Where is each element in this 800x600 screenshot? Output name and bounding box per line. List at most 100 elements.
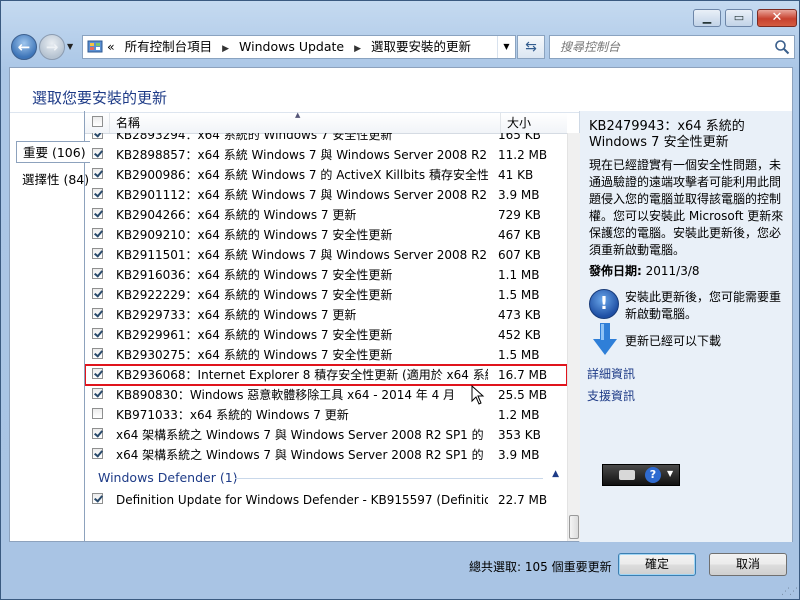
table-row[interactable]: KB971033：x64 系統的 Windows 7 更新 1.2 MB (85, 405, 567, 425)
update-checkbox[interactable] (92, 493, 103, 504)
category-optional[interactable]: 選擇性 (84) (16, 169, 95, 191)
list-scrollbar[interactable] (567, 133, 580, 541)
breadcrumb-all-control-panel[interactable]: 所有控制台項目 (125, 39, 213, 54)
chevron-right-icon[interactable]: ▶ (354, 44, 361, 54)
table-row[interactable]: KB2911501：x64 系統 Windows 7 與 Windows Ser… (85, 245, 567, 265)
more-info-link[interactable]: 詳細資訊 (587, 365, 635, 382)
update-checkbox[interactable] (92, 368, 103, 379)
update-checkbox[interactable] (92, 408, 103, 419)
breadcrumb: « 所有控制台項目 ▶ Windows Update ▶ 選取要安裝的更新 (107, 36, 477, 58)
address-bar[interactable]: « 所有控制台項目 ▶ Windows Update ▶ 選取要安裝的更新 ▼ (82, 35, 516, 59)
recent-pages-dropdown[interactable]: ▼ (67, 42, 73, 51)
table-row[interactable]: KB2930275：x64 系統的 Windows 7 安全性更新 1.5 MB (85, 345, 567, 365)
update-name: KB2893294：x64 系統的 Windows 7 安全性更新 (116, 133, 393, 142)
title-bar: ▁ ▭ ✕ (1, 1, 799, 29)
table-row[interactable]: KB2929733：x64 系統的 Windows 7 更新 473 KB (85, 305, 567, 325)
update-size: 473 KB (498, 308, 541, 322)
update-size: 1.2 MB (498, 408, 540, 422)
details-description: 現在已經證實有一個安全性問題，未通過驗證的遠端攻擊者可能利用此問題侵入您的電腦並… (589, 158, 784, 257)
search-box[interactable]: 搜尋控制台 (549, 35, 795, 59)
minimize-icon: ▁ (702, 11, 712, 24)
cancel-button[interactable]: 取消 (709, 553, 787, 576)
table-row[interactable]: KB2936068：Internet Explorer 8 積存安全性更新 (適… (85, 364, 567, 386)
address-dropdown[interactable]: ▼ (497, 36, 515, 58)
update-name: KB2900986：x64 系統 Windows 7 的 ActiveX Kil… (116, 168, 488, 182)
breadcrumb-windows-update[interactable]: Windows Update (239, 39, 344, 54)
table-row[interactable]: KB2898857：x64 系統 Windows 7 與 Windows Ser… (85, 145, 567, 165)
close-button[interactable]: ✕ (757, 9, 797, 27)
column-header-size[interactable]: 大小 (500, 113, 531, 133)
table-row[interactable]: Definition Update for Windows Defender -… (85, 490, 567, 510)
info-icon: ! (589, 289, 619, 319)
arrow-left-icon: ← (17, 38, 31, 56)
scrollbar-thumb[interactable] (569, 515, 579, 539)
column-divider (109, 113, 110, 133)
arrow-right-icon: → (45, 38, 59, 56)
restart-notice-text: 安裝此更新後，您可能需要重新啟動電腦。 (625, 290, 782, 321)
column-header-name[interactable]: 名稱 (116, 113, 140, 133)
table-row[interactable]: KB2909210：x64 系統的 Windows 7 安全性更新 467 KB (85, 225, 567, 245)
update-checkbox[interactable] (92, 348, 103, 359)
update-name: KB890830：Windows 惡意軟體移除工具 x64 - 2014 年 4… (116, 388, 456, 402)
update-size: 22.7 MB (498, 493, 548, 507)
group-label: Windows Defender (1) (98, 470, 238, 485)
breadcrumb-overflow[interactable]: « (107, 39, 115, 54)
chevron-right-icon[interactable]: ▶ (222, 44, 229, 54)
update-checkbox[interactable] (92, 248, 103, 259)
update-size: 165 KB (498, 133, 541, 142)
table-row[interactable]: x64 架構系統之 Windows 7 與 Windows Server 200… (85, 425, 567, 445)
update-checkbox[interactable] (92, 133, 103, 139)
mouse-cursor-icon (471, 385, 485, 405)
table-row[interactable]: KB2900986：x64 系統 Windows 7 的 ActiveX Kil… (85, 165, 567, 185)
forward-button[interactable]: → (39, 34, 65, 60)
breadcrumb-select-updates[interactable]: 選取要安裝的更新 (371, 39, 471, 54)
update-size: 3.9 MB (498, 188, 540, 202)
table-row[interactable]: KB2922229：x64 系統的 Windows 7 安全性更新 1.5 MB (85, 285, 567, 305)
content-pane: 選取您要安裝的更新 重要 (106) 選擇性 (84) ▲ 名稱 大小 KB28… (9, 67, 793, 542)
update-checkbox[interactable] (92, 148, 103, 159)
back-button[interactable]: ← (11, 34, 37, 60)
table-row[interactable]: KB2916036：x64 系統的 Windows 7 安全性更新 1.1 MB (85, 265, 567, 285)
help-icon[interactable]: ? (645, 467, 661, 483)
update-checkbox[interactable] (92, 388, 103, 399)
update-checkbox[interactable] (92, 168, 103, 179)
update-name: KB2936068：Internet Explorer 8 積存安全性更新 (適… (116, 368, 488, 382)
search-icon (775, 40, 790, 55)
minimize-button[interactable]: ▁ (693, 9, 721, 27)
keyboard-icon[interactable] (619, 470, 635, 480)
details-pane: KB2479943：x64 系統的 Windows 7 安全性更新 現在已經證實… (580, 111, 792, 542)
update-checkbox[interactable] (92, 328, 103, 339)
update-checkbox[interactable] (92, 208, 103, 219)
update-checkbox[interactable] (92, 308, 103, 319)
language-bar[interactable]: ? ▼ (602, 464, 680, 486)
resize-grip-icon[interactable]: ⋰⋰ (781, 587, 798, 597)
collapse-icon[interactable]: ▲ (552, 469, 559, 479)
update-name: KB971033：x64 系統的 Windows 7 更新 (116, 408, 349, 422)
category-important[interactable]: 重要 (106) (16, 141, 90, 163)
download-notice-text: 更新已經可以下載 (625, 334, 722, 348)
update-checkbox[interactable] (92, 188, 103, 199)
maximize-button[interactable]: ▭ (725, 9, 753, 27)
update-checkbox[interactable] (92, 228, 103, 239)
update-checkbox[interactable] (92, 268, 103, 279)
search-input[interactable]: 搜尋控制台 (560, 36, 620, 58)
table-row[interactable]: KB2893294：x64 系統的 Windows 7 安全性更新 165 KB (85, 133, 567, 145)
update-checkbox[interactable] (92, 448, 103, 459)
list-header: ▲ 名稱 大小 (85, 111, 567, 134)
table-row[interactable]: KB2904266：x64 系統的 Windows 7 更新 729 KB (85, 205, 567, 225)
table-row[interactable]: KB2901112：x64 系統 Windows 7 與 Windows Ser… (85, 185, 567, 205)
refresh-button[interactable]: ⇆ (517, 35, 545, 59)
table-row[interactable]: KB890830：Windows 惡意軟體移除工具 x64 - 2014 年 4… (85, 385, 567, 405)
table-row[interactable]: x64 架構系統之 Windows 7 與 Windows Server 200… (85, 445, 567, 465)
selection-summary: 總共選取: 105 個重要更新 (469, 560, 612, 574)
support-info-link[interactable]: 支援資訊 (587, 387, 635, 404)
chevron-down-icon[interactable]: ▼ (667, 469, 673, 478)
select-all-checkbox[interactable] (92, 116, 103, 127)
ok-button[interactable]: 確定 (618, 553, 696, 576)
update-name: KB2930275：x64 系統的 Windows 7 安全性更新 (116, 348, 393, 362)
update-checkbox[interactable] (92, 288, 103, 299)
update-checkbox[interactable] (92, 428, 103, 439)
table-row[interactable]: KB2929961：x64 系統的 Windows 7 安全性更新 452 KB (85, 325, 567, 345)
group-header-windows-defender[interactable]: Windows Defender (1) ▲ (85, 467, 567, 489)
update-size: 1.1 MB (498, 268, 540, 282)
